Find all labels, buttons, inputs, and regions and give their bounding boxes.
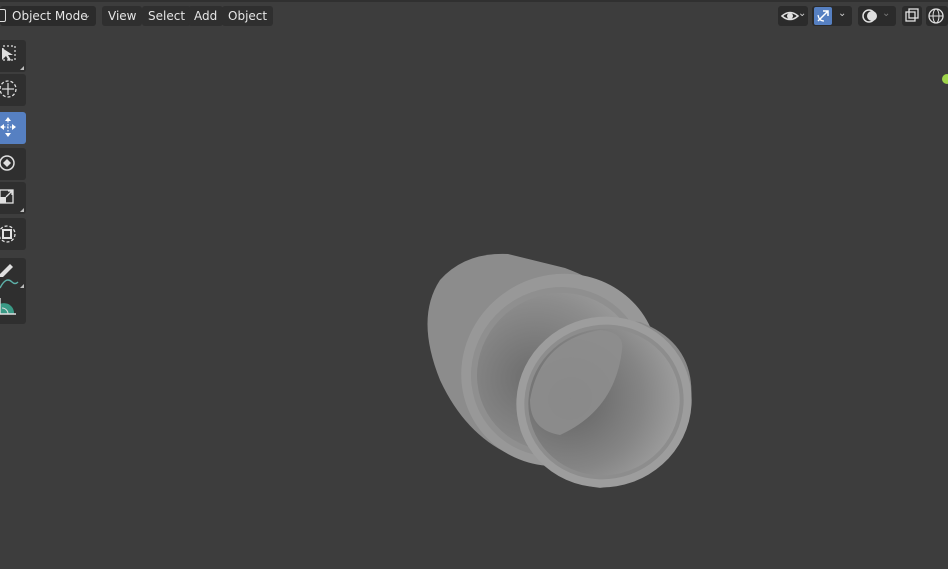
3d-viewport[interactable]: Object Mode ⌄ View Select Add Object ⌄ ⌄ bbox=[0, 0, 948, 569]
active-object-indicator bbox=[942, 74, 948, 84]
viewport-scene[interactable] bbox=[0, 0, 948, 569]
